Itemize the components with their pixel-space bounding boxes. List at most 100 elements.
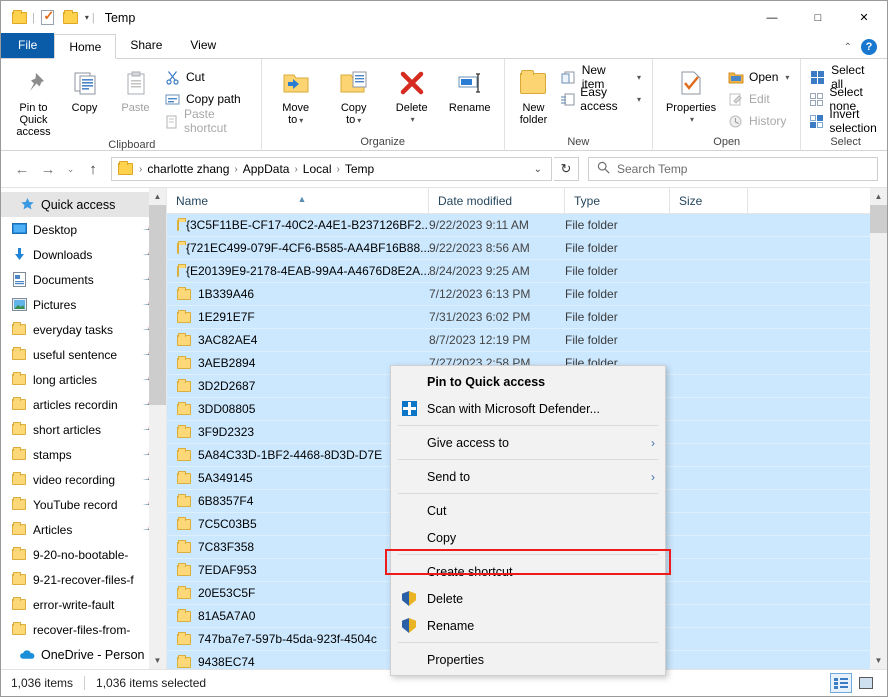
sidebar-item-video-recording[interactable]: video recording📌	[1, 467, 166, 492]
back-button[interactable]: ←	[10, 157, 34, 181]
file-name-cell[interactable]: 3AC82AE4	[167, 333, 429, 347]
scroll-up-icon[interactable]: ▲	[149, 188, 166, 205]
tab-home[interactable]: Home	[54, 34, 117, 59]
large-icons-view-button[interactable]	[855, 673, 877, 693]
breadcrumb[interactable]: › charlotte zhang › AppData › Local › Te…	[111, 157, 552, 181]
recent-locations-button[interactable]: ⌄	[62, 157, 79, 181]
new-folder-button[interactable]: New folder	[510, 63, 558, 135]
scroll-thumb[interactable]	[149, 205, 166, 405]
scroll-track[interactable]	[149, 205, 166, 652]
sidebar-item-useful-sentence[interactable]: useful sentence📌	[1, 342, 166, 367]
sidebar-item-long-articles[interactable]: long articles📌	[1, 367, 166, 392]
help-icon[interactable]: ?	[861, 39, 877, 55]
menu-item-properties[interactable]: Properties	[391, 646, 665, 673]
file-name-cell[interactable]: {3C5F11BE-CF17-40C2-A4E1-B237126BF2...	[167, 218, 429, 232]
pin-to-quick-access-button[interactable]: Pin to Quick access	[8, 63, 59, 138]
sidebar-item-articles[interactable]: Articles📌	[1, 517, 166, 542]
tab-share[interactable]: Share	[116, 33, 176, 58]
button-label: Easy access	[580, 85, 618, 113]
minimize-button[interactable]: —	[749, 1, 795, 34]
sidebar-item-error-write-fault[interactable]: error-write-fault	[1, 592, 166, 617]
copy-button[interactable]: Copy	[59, 63, 110, 138]
sidebar-item-onedrive-personal[interactable]: OneDrive - Personal⌄	[1, 642, 166, 667]
menu-item-send-to[interactable]: Send to ›	[391, 463, 665, 490]
scroll-down-icon[interactable]: ▼	[149, 652, 166, 669]
menu-item-delete[interactable]: Delete	[391, 585, 665, 612]
menu-item-scan-with-microsoft-defender[interactable]: Scan with Microsoft Defender...	[391, 395, 665, 422]
tab-file[interactable]: File	[1, 33, 55, 58]
file-name-cell[interactable]: 1B339A46	[167, 287, 429, 301]
folder-icon[interactable]	[9, 7, 29, 29]
file-list-scrollbar[interactable]: ▲ ▼	[870, 188, 887, 669]
tab-view[interactable]: View	[176, 33, 230, 58]
rename-button[interactable]: Rename	[441, 63, 499, 135]
file-name-cell[interactable]: 1E291E7F	[167, 310, 429, 324]
refresh-button[interactable]: ↻	[554, 157, 579, 181]
column-header-size[interactable]: Size	[670, 187, 748, 214]
table-row[interactable]: {3C5F11BE-CF17-40C2-A4E1-B237126BF2... 9/…	[167, 214, 887, 237]
scroll-down-icon[interactable]: ▼	[870, 652, 887, 669]
menu-item-create-shortcut[interactable]: Create shortcut	[391, 558, 665, 585]
sidebar-item-recover-files-from[interactable]: recover-files-from-	[1, 617, 166, 642]
maximize-button[interactable]: □	[795, 1, 841, 34]
column-header-name[interactable]: ▲ Name	[167, 187, 429, 214]
paste-shortcut-button[interactable]: Paste shortcut	[161, 107, 256, 135]
edit-button[interactable]: Edit	[724, 88, 795, 110]
sidebar-item-desktop[interactable]: Desktop📌	[1, 217, 166, 242]
breadcrumb-item-appdata[interactable]: AppData	[240, 162, 293, 176]
close-button[interactable]: ✕	[841, 1, 887, 34]
column-header-date-modified[interactable]: Date modified	[429, 187, 565, 214]
sidebar-item-documents[interactable]: Documents📌	[1, 267, 166, 292]
new-folder-icon[interactable]	[61, 7, 81, 29]
chevron-down-icon[interactable]: ▾	[85, 13, 89, 22]
menu-item-cut[interactable]: Cut	[391, 497, 665, 524]
context-menu[interactable]: Pin to Quick access Scan with Microsoft D…	[390, 365, 666, 676]
move-to-button[interactable]: Move to ▾	[267, 63, 325, 135]
paste-button[interactable]: Paste	[110, 63, 161, 138]
menu-item-give-access-to[interactable]: Give access to ›	[391, 429, 665, 456]
up-button[interactable]: ↑	[81, 157, 105, 181]
breadcrumb-item-local[interactable]: Local	[300, 162, 335, 176]
collapse-ribbon-icon[interactable]: ⌃	[844, 42, 852, 53]
chevron-down-icon[interactable]: ⌄	[529, 164, 547, 175]
easy-access-button[interactable]: Easy access ▾	[557, 85, 647, 113]
table-row[interactable]: {721EC499-079F-4CF6-B585-AA4BF16B88... 9/…	[167, 237, 887, 260]
sidebar-item-quick-access[interactable]: Quick access	[1, 192, 166, 217]
scroll-up-icon[interactable]: ▲	[870, 188, 887, 205]
sidebar-item-everyday-tasks[interactable]: everyday tasks📌	[1, 317, 166, 342]
sidebar-item-9-20-no-bootable[interactable]: 9-20-no-bootable-	[1, 542, 166, 567]
delete-button[interactable]: Delete ▾	[383, 63, 441, 135]
details-view-button[interactable]	[830, 673, 852, 693]
table-row[interactable]: 3AC82AE4 8/7/2023 12:19 PM File folder	[167, 329, 887, 352]
open-button[interactable]: Open ▾	[724, 66, 795, 88]
sidebar-item-pictures[interactable]: Pictures📌	[1, 292, 166, 317]
sidebar-item-short-articles[interactable]: short articles📌	[1, 417, 166, 442]
navigation-scrollbar[interactable]: ▲ ▼	[149, 188, 166, 669]
sidebar-item-stamps[interactable]: stamps📌	[1, 442, 166, 467]
breadcrumb-item-user[interactable]: charlotte zhang	[144, 162, 232, 176]
cut-button[interactable]: Cut	[161, 66, 256, 88]
breadcrumb-item-temp[interactable]: Temp	[342, 162, 377, 176]
history-button[interactable]: History	[724, 110, 795, 132]
sidebar-item-downloads[interactable]: Downloads📌	[1, 242, 166, 267]
table-row[interactable]: 1B339A46 7/12/2023 6:13 PM File folder	[167, 283, 887, 306]
sidebar-item-9-21-recover-files-f[interactable]: 9-21-recover-files-f	[1, 567, 166, 592]
menu-item-copy[interactable]: Copy	[391, 524, 665, 551]
forward-button[interactable]: →	[36, 157, 60, 181]
properties-icon[interactable]	[38, 7, 58, 29]
column-header-type[interactable]: Type	[565, 187, 670, 214]
menu-item-rename[interactable]: Rename	[391, 612, 665, 639]
sidebar-item-articles-recordin[interactable]: articles recordin📌	[1, 392, 166, 417]
invert-selection-button[interactable]: Invert selection	[806, 107, 884, 135]
search-input[interactable]: Search Temp	[588, 157, 878, 181]
scroll-track[interactable]	[870, 205, 887, 652]
file-name-cell[interactable]: {721EC499-079F-4CF6-B585-AA4BF16B88...	[167, 241, 429, 255]
menu-item-pin-to-quick-access[interactable]: Pin to Quick access	[391, 368, 665, 395]
scroll-thumb[interactable]	[870, 205, 887, 233]
file-name-cell[interactable]: {E20139E9-2178-4EAB-99A4-A4676D8E2A...	[167, 264, 429, 278]
sidebar-item-youtube-record[interactable]: YouTube record📌	[1, 492, 166, 517]
copy-to-button[interactable]: Copy to ▾	[325, 63, 383, 135]
table-row[interactable]: {E20139E9-2178-4EAB-99A4-A4676D8E2A... 8/…	[167, 260, 887, 283]
table-row[interactable]: 1E291E7F 7/31/2023 6:02 PM File folder	[167, 306, 887, 329]
properties-button[interactable]: Properties ▾	[658, 63, 724, 135]
